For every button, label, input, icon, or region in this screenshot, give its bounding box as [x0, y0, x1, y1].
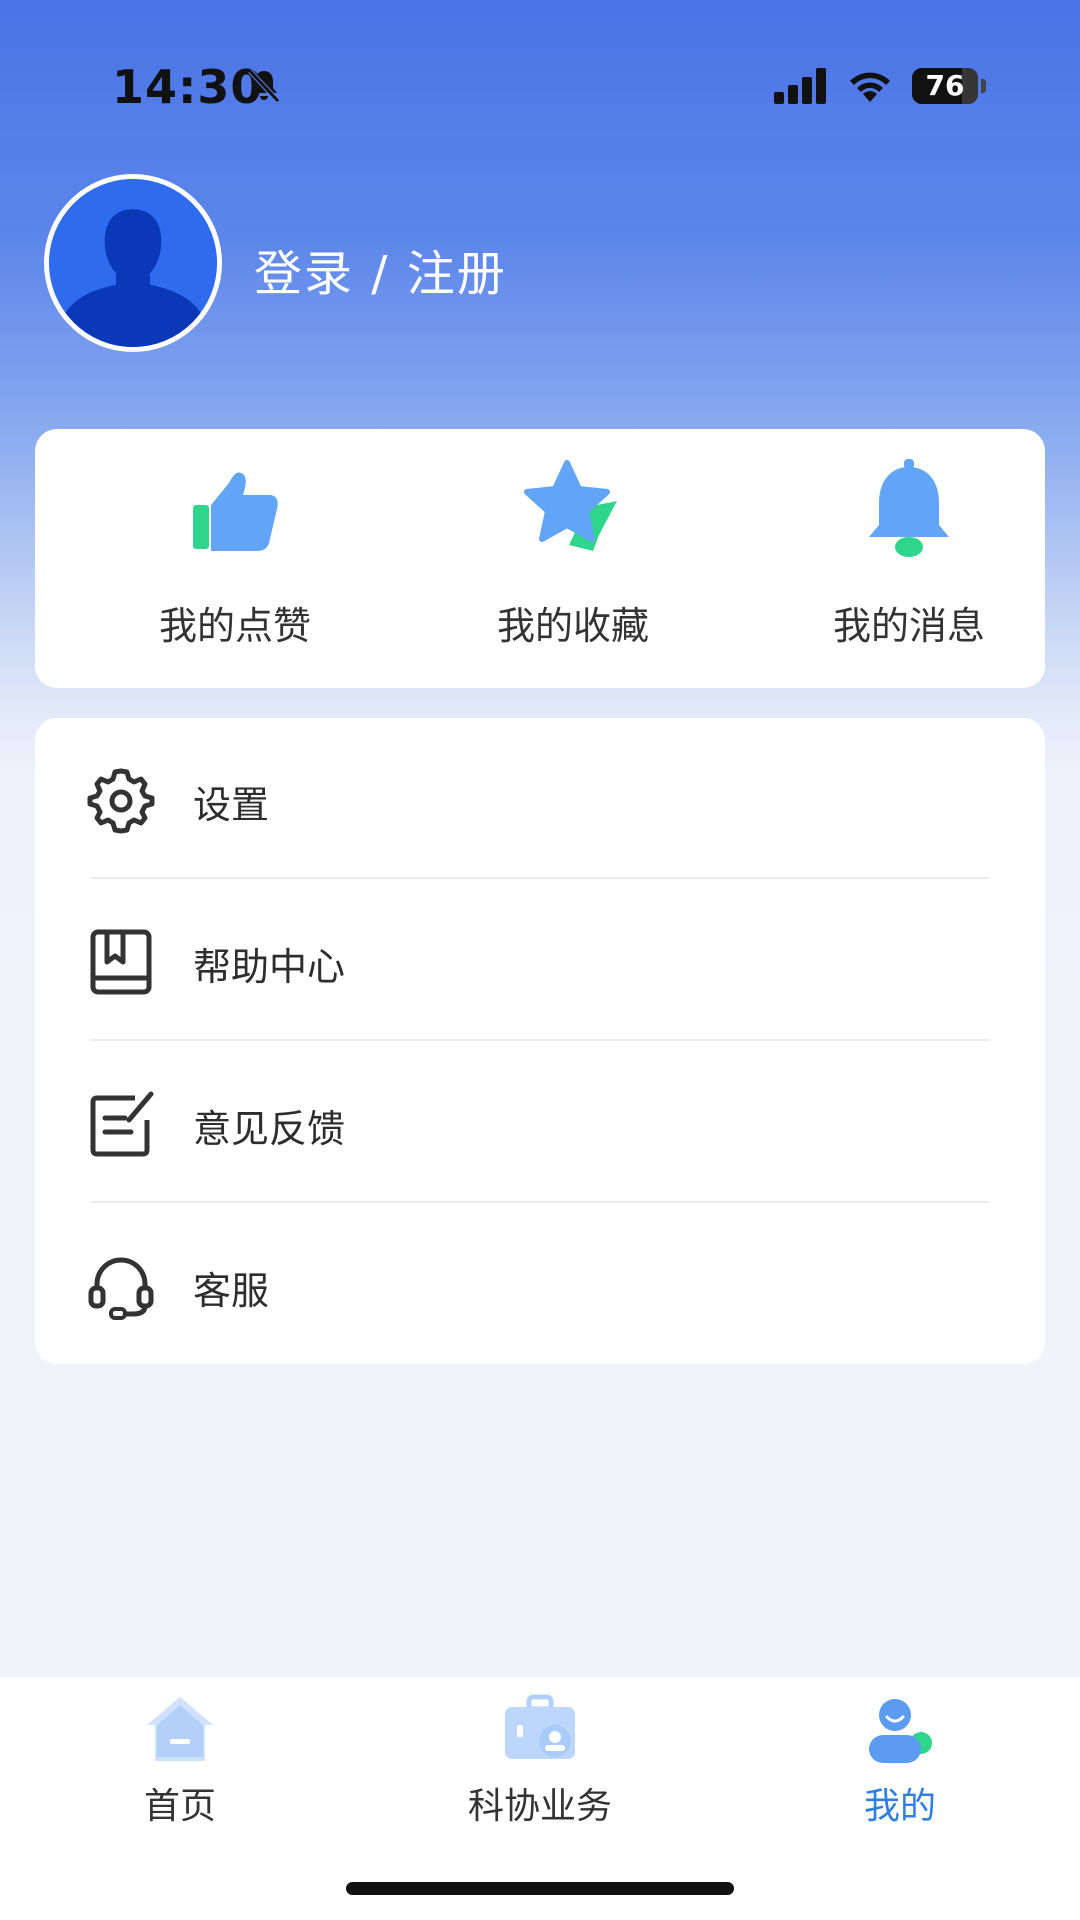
- home-icon: [147, 1697, 213, 1761]
- battery-icon: 76: [912, 68, 978, 104]
- tab-home[interactable]: 首页: [0, 1677, 360, 1847]
- feedback-edit-icon: [90, 1091, 154, 1157]
- battery-percentage: 76: [925, 69, 965, 102]
- profile-page: 14:30 76 登录 / 注册 我的点赞 我的收藏 我的消息 设置 帮助中心 …: [0, 0, 1080, 1920]
- tab-business[interactable]: 科协业务: [360, 1677, 720, 1847]
- divider: [91, 877, 989, 879]
- quick-action-likes[interactable]: 我的点赞: [67, 429, 403, 688]
- menu-item-settings[interactable]: 设置: [35, 718, 1045, 879]
- briefcase-icon: [505, 1694, 575, 1759]
- gear-icon: [87, 768, 155, 834]
- user-avatar-icon: [49, 179, 217, 347]
- signal-icon: [774, 68, 826, 104]
- tab-mine[interactable]: 我的: [720, 1677, 1080, 1847]
- bell-off-icon: [248, 69, 280, 103]
- quick-action-label: 我的点赞: [158, 604, 311, 648]
- quick-actions-card: 我的点赞 我的收藏 我的消息: [35, 429, 1045, 688]
- menu-item-label: 设置: [193, 783, 270, 827]
- menu-item-help-center[interactable]: 帮助中心: [35, 880, 1045, 1041]
- bell-icon: [869, 459, 949, 557]
- menu-item-label: 意见反馈: [193, 1107, 346, 1151]
- tab-label: 我的: [863, 1786, 936, 1827]
- book-icon: [90, 929, 152, 995]
- menu-item-customer-service[interactable]: 客服: [35, 1204, 1045, 1365]
- battery-cap: [981, 79, 986, 93]
- quick-action-messages[interactable]: 我的消息: [741, 429, 1077, 688]
- login-register-link[interactable]: 登录 / 注册: [254, 234, 507, 304]
- divider: [91, 1039, 989, 1041]
- menu-item-label: 客服: [193, 1269, 270, 1313]
- menu-item-label: 帮助中心: [193, 945, 346, 989]
- profile-icon: [869, 1699, 932, 1763]
- tab-label: 首页: [143, 1786, 216, 1827]
- status-time: 14:30: [112, 60, 264, 114]
- quick-action-favorites[interactable]: 我的收藏: [405, 429, 741, 688]
- quick-action-label: 我的收藏: [496, 604, 649, 648]
- menu-list-card: 设置 帮助中心 意见反馈 客服: [35, 718, 1045, 1364]
- thumbs-up-icon: [193, 472, 278, 551]
- quick-action-label: 我的消息: [832, 604, 985, 648]
- avatar[interactable]: [44, 174, 222, 352]
- menu-item-feedback[interactable]: 意见反馈: [35, 1042, 1045, 1203]
- star-icon: [524, 460, 617, 551]
- status-bar: 14:30 76: [0, 0, 1080, 175]
- divider: [91, 1201, 989, 1203]
- headset-icon: [88, 1257, 154, 1320]
- wifi-icon: [850, 72, 890, 102]
- tab-label: 科协业务: [467, 1786, 612, 1827]
- home-indicator: [346, 1882, 734, 1895]
